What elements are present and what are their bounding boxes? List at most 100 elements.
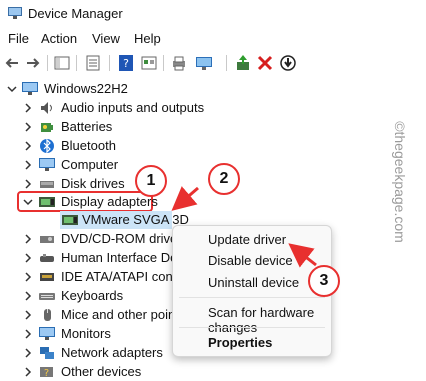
tree-item-label: Human Interface Dev: [61, 250, 184, 265]
download-icon[interactable]: [279, 54, 297, 72]
chevron-right-icon[interactable]: [23, 103, 33, 113]
show-hide-tree-icon[interactable]: [53, 54, 71, 72]
tree-item-label: Computer: [61, 157, 119, 172]
toolbar-divider: [226, 55, 227, 71]
print-icon[interactable]: [170, 54, 188, 72]
monitor-icon[interactable]: [195, 54, 213, 72]
computer-icon: [39, 158, 55, 171]
speaker-icon: [41, 102, 52, 114]
chevron-right-icon[interactable]: [23, 141, 33, 151]
device-manager-icon: [8, 7, 22, 19]
step-badge-1: 1: [135, 165, 167, 197]
window-title: Device Manager: [28, 6, 123, 21]
tree-item-vmware-svga[interactable]: VMware SVGA 3D: [0, 211, 200, 229]
menu-item-properties[interactable]: Properties: [208, 335, 272, 350]
menu-divider: [179, 327, 325, 328]
tree-root-label: Windows22H2: [44, 81, 128, 96]
toolbar: ?: [0, 50, 426, 76]
properties-icon[interactable]: [84, 54, 102, 72]
help-icon[interactable]: ?: [117, 54, 135, 72]
tree-item-other-devices[interactable]: ? Other devices: [0, 363, 200, 381]
forward-arrow-icon[interactable]: [24, 54, 42, 72]
step-badge-2: 2: [208, 163, 240, 195]
context-menu: Update driver Disable device Uninstall d…: [172, 225, 332, 357]
chevron-down-icon[interactable]: [7, 84, 17, 94]
network-icon: [40, 347, 54, 359]
monitor-icon: [39, 327, 55, 340]
menu-action[interactable]: Action: [41, 31, 77, 46]
chevron-right-icon[interactable]: [23, 310, 33, 320]
toolbar-divider: [109, 55, 110, 71]
toolbar-divider: [47, 55, 48, 71]
svg-text:?: ?: [44, 368, 49, 379]
tree-item-label: IDE ATA/ATAPI contro: [61, 269, 188, 284]
tree-item-label: Bluetooth: [61, 138, 116, 153]
menu-bar: File Action View Help: [0, 28, 426, 48]
watermark: ©thegeekpage.com: [380, 112, 420, 252]
tree-item-label: Monitors: [61, 326, 111, 341]
menu-item-disable-device[interactable]: Disable device: [208, 253, 293, 268]
tree-item-dvd[interactable]: DVD/CD-ROM drives: [0, 230, 200, 248]
tree-item-display-adapters[interactable]: Display adapters: [0, 193, 200, 211]
menu-view[interactable]: View: [92, 31, 120, 46]
tree-item-label: Display adapters: [61, 194, 158, 209]
computer-icon: [22, 82, 38, 95]
tree-item-mice[interactable]: Mice and other point: [0, 306, 200, 324]
chevron-right-icon[interactable]: [23, 291, 33, 301]
menu-item-scan-hardware[interactable]: Scan for hardware changes: [208, 305, 331, 335]
watermark-text: ©thegeekpage.com: [392, 121, 408, 243]
update-driver-icon[interactable]: [234, 54, 252, 72]
chevron-right-icon[interactable]: [23, 160, 33, 170]
tree-item-audio[interactable]: Audio inputs and outputs: [0, 99, 204, 117]
toolbar-divider: [76, 55, 77, 71]
tree-item-label: DVD/CD-ROM drives: [61, 231, 184, 246]
tree-item-network[interactable]: Network adapters: [0, 344, 200, 362]
chevron-down-icon[interactable]: [23, 197, 33, 207]
disk-drive-icon: [40, 181, 54, 188]
chevron-right-icon[interactable]: [23, 122, 33, 132]
tree-item-label: Batteries: [61, 119, 113, 134]
chevron-right-icon[interactable]: [23, 272, 33, 282]
menu-item-uninstall-device[interactable]: Uninstall device: [208, 275, 299, 290]
tree-item-label: Keyboards: [61, 288, 124, 303]
ide-icon: [40, 273, 54, 281]
view-icon[interactable]: [140, 54, 158, 72]
other-devices-icon: ?: [40, 367, 53, 379]
menu-item-update-driver[interactable]: Update driver: [208, 232, 286, 247]
display-adapter-icon: [39, 197, 55, 207]
tree-item-hid[interactable]: Human Interface Dev: [0, 249, 200, 267]
menu-divider: [179, 297, 325, 298]
tree-item-label: VMware SVGA 3D: [82, 212, 189, 227]
hid-icon: [40, 254, 54, 262]
tree-item-label: Mice and other point: [61, 307, 179, 322]
mouse-icon: [44, 309, 51, 321]
tree-item-monitors[interactable]: Monitors: [0, 325, 200, 343]
chevron-right-icon[interactable]: [23, 179, 33, 189]
tree-item-label: Other devices: [61, 364, 142, 379]
menu-file[interactable]: File: [8, 31, 29, 46]
chevron-right-icon[interactable]: [23, 348, 33, 358]
uninstall-icon[interactable]: [256, 54, 274, 72]
tree-item-bluetooth[interactable]: Bluetooth: [0, 137, 200, 155]
chevron-right-icon[interactable]: [23, 234, 33, 244]
back-arrow-icon[interactable]: [3, 54, 21, 72]
tree-item-ide[interactable]: IDE ATA/ATAPI contro: [0, 268, 200, 286]
toolbar-divider: [163, 55, 164, 71]
tree-item-label: Disk drives: [61, 176, 125, 191]
display-adapter-icon: [62, 215, 78, 225]
menu-help[interactable]: Help: [134, 31, 161, 46]
tree-item-keyboards[interactable]: Keyboards: [0, 287, 200, 305]
svg-text:?: ?: [123, 57, 129, 70]
tree-item-label: Network adapters: [61, 345, 163, 360]
chevron-right-icon[interactable]: [23, 329, 33, 339]
chevron-right-icon[interactable]: [23, 253, 33, 263]
tree-item-label: Audio inputs and outputs: [61, 100, 205, 115]
step-badge-3: 3: [308, 265, 340, 297]
keyboard-icon: [39, 293, 55, 300]
title-bar: Device Manager: [0, 0, 426, 28]
tree-item-computer[interactable]: Computer: [0, 156, 200, 174]
tree-root[interactable]: Windows22H2: [0, 80, 200, 98]
bluetooth-icon: [40, 139, 54, 153]
tree-item-batteries[interactable]: Batteries: [0, 118, 200, 136]
dvd-icon: [40, 236, 54, 243]
